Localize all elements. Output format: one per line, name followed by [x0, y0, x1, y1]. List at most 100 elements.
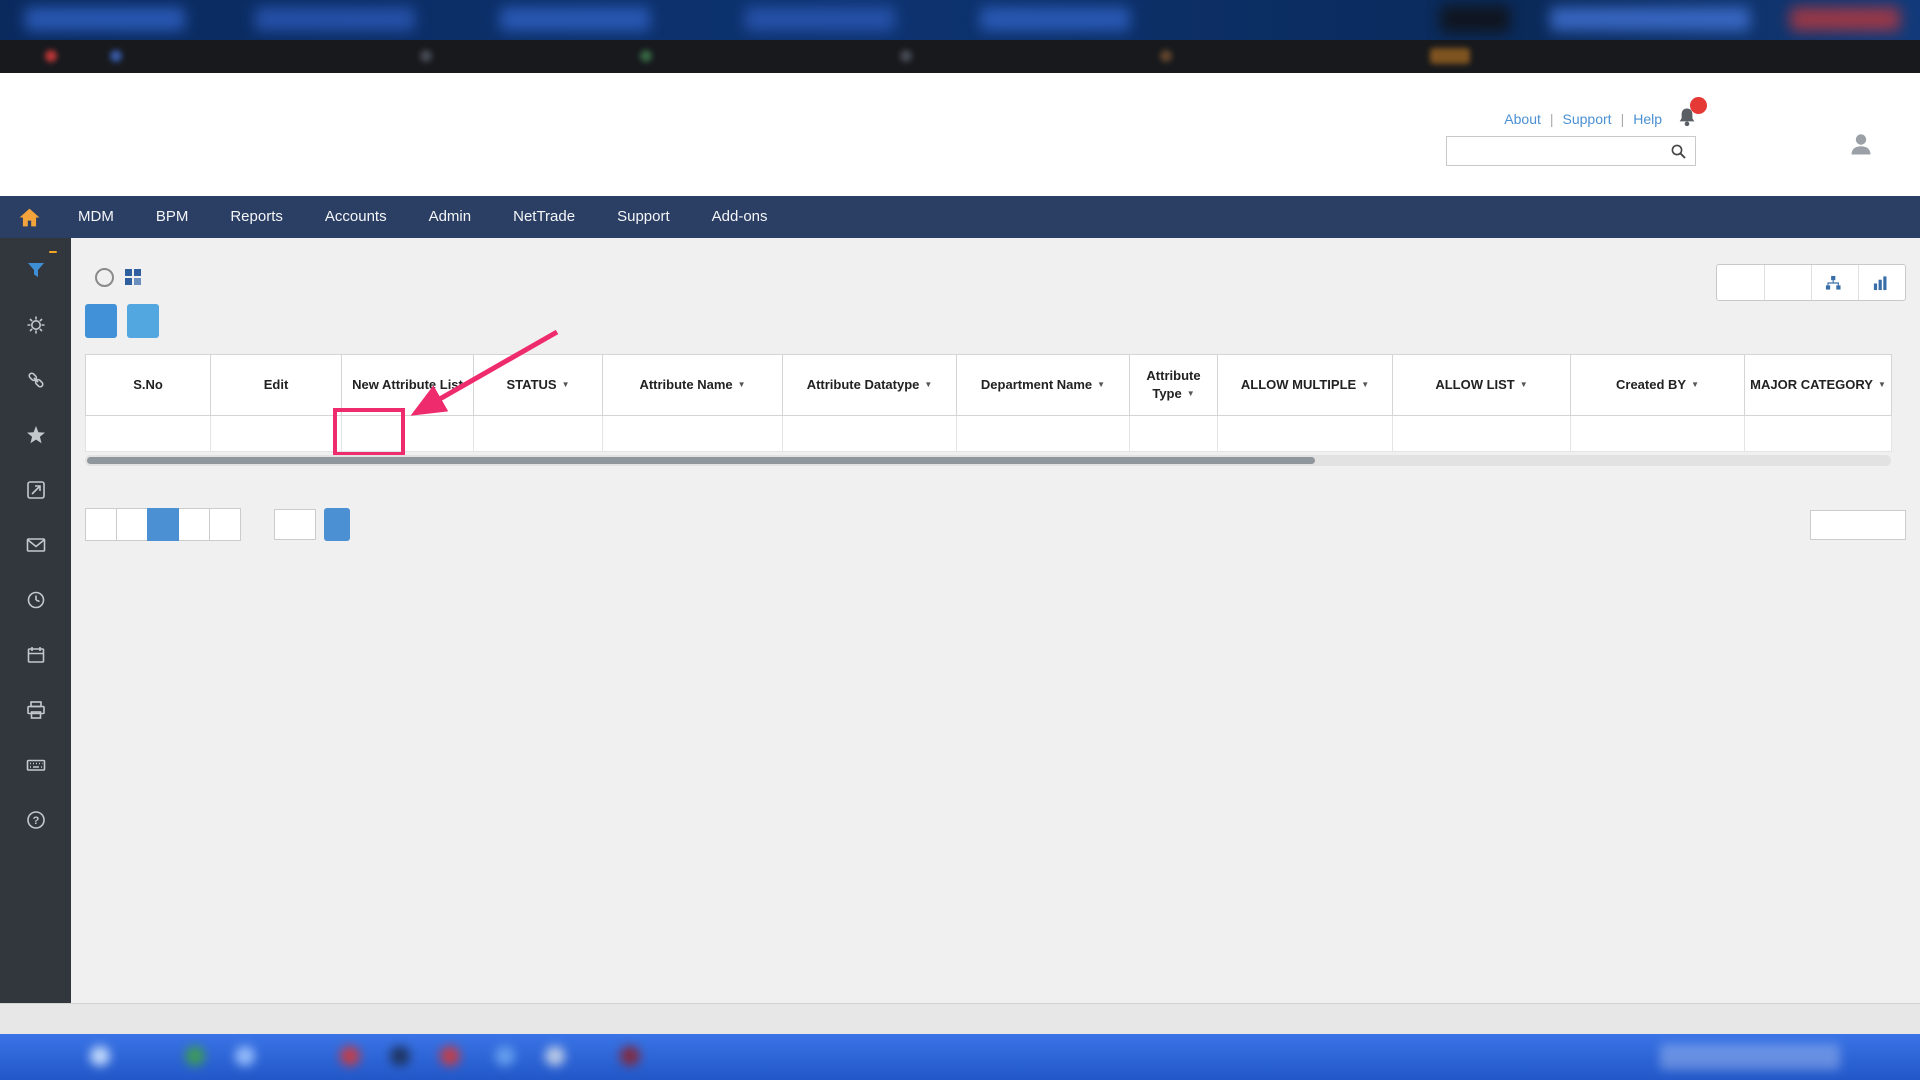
- bookmark-icon: [1160, 50, 1172, 62]
- send-to-outlet-button[interactable]: [127, 304, 159, 338]
- sort-caret-icon[interactable]: ▼: [1361, 380, 1369, 389]
- browser-tab: [25, 7, 185, 31]
- sort-caret-icon[interactable]: ▼: [562, 380, 570, 389]
- grid-view-icon[interactable]: [124, 268, 142, 286]
- sort-caret-icon[interactable]: ▼: [1187, 389, 1195, 398]
- first-page-button[interactable]: [85, 508, 117, 541]
- calendar-icon[interactable]: [24, 643, 48, 667]
- nav-item-add-ons[interactable]: Add-ons: [691, 196, 789, 238]
- column-header-department-name[interactable]: Department Name ▼: [956, 354, 1130, 416]
- browser-bookmarks-bar: [0, 40, 1920, 73]
- filter-icon[interactable]: [24, 251, 57, 282]
- browser-tab: [745, 7, 895, 31]
- star-icon[interactable]: [24, 423, 48, 447]
- avatar-icon: [1851, 134, 1871, 155]
- next-page-button[interactable]: [178, 508, 210, 541]
- title-row: [85, 262, 1906, 292]
- copyright-bar: [0, 1003, 1920, 1034]
- column-header-allow-multiple[interactable]: ALLOW MULTIPLE ▼: [1217, 354, 1393, 416]
- bar-chart-icon: [1873, 275, 1887, 290]
- add-button[interactable]: [85, 304, 117, 338]
- link-icon[interactable]: [24, 368, 48, 392]
- search-icon[interactable]: [1670, 143, 1687, 160]
- browser-tab: [500, 7, 650, 31]
- nav-item-bpm[interactable]: BPM: [135, 196, 210, 238]
- home-button[interactable]: [18, 206, 41, 229]
- view-toolbar: [1716, 264, 1906, 301]
- prev-page-button[interactable]: [116, 508, 148, 541]
- taskbar-icon: [340, 1046, 360, 1066]
- gear-icon[interactable]: [24, 313, 48, 337]
- browser-chrome-top: [0, 0, 1920, 73]
- taskbar-icon: [545, 1046, 565, 1066]
- support-link[interactable]: Support: [1563, 111, 1612, 127]
- svg-text:?: ?: [32, 815, 39, 827]
- search-input[interactable]: [1447, 143, 1670, 159]
- last-page-button[interactable]: [209, 508, 241, 541]
- sort-caret-icon[interactable]: ▼: [924, 380, 932, 389]
- column-header-allow-list[interactable]: ALLOW LIST ▼: [1392, 354, 1571, 416]
- header-search: [1446, 136, 1696, 166]
- actions-row: [85, 304, 1906, 338]
- about-link[interactable]: About: [1504, 111, 1541, 127]
- main-content: S.No Edit New Attribute List STATUS ▼ Attribu…: [71, 238, 1920, 1003]
- nav-item-accounts[interactable]: Accounts: [304, 196, 408, 238]
- nettotal-row: [85, 415, 1892, 452]
- help-link[interactable]: Help: [1633, 111, 1662, 127]
- notification-badge: [1690, 97, 1707, 114]
- per-page-select[interactable]: [1810, 509, 1906, 540]
- sort-caret-icon[interactable]: ▼: [1097, 380, 1105, 389]
- notification-bell[interactable]: [1676, 97, 1707, 128]
- user-account[interactable]: [1846, 129, 1886, 159]
- favorite-button[interactable]: [1764, 265, 1811, 300]
- separator: |: [1549, 111, 1554, 127]
- left-sidebar: ?: [0, 238, 71, 1003]
- go-button[interactable]: [324, 508, 350, 541]
- nav-item-admin[interactable]: Admin: [408, 196, 493, 238]
- body-row: ? S.No Edit New Attribute List STATUS ▼ …: [0, 238, 1920, 1003]
- bookmark-icon: [900, 50, 912, 62]
- horizontal-scrollbar[interactable]: [85, 455, 1891, 466]
- column-header-created-by[interactable]: Created BY ▼: [1570, 354, 1745, 416]
- printer-icon[interactable]: [24, 698, 48, 722]
- pagination-row: [85, 508, 1906, 541]
- bookmark-icon: [640, 50, 652, 62]
- refresh-button[interactable]: [1717, 265, 1764, 300]
- taskbar-icon: [440, 1046, 460, 1066]
- chart-view-button[interactable]: [1858, 265, 1905, 300]
- bookmark-icon: [1430, 48, 1470, 64]
- column-header-s-no: S.No: [85, 354, 211, 416]
- hierarchy-view-button[interactable]: [1811, 265, 1858, 300]
- keyboard-icon[interactable]: [24, 753, 48, 777]
- app-header: About | Support | Help: [0, 73, 1920, 196]
- page-1-button[interactable]: [147, 508, 179, 541]
- page-help-icon[interactable]: [95, 267, 114, 287]
- attribute-table-wrap: S.No Edit New Attribute List STATUS ▼ Attribu…: [85, 354, 1892, 466]
- hierarchy-icon: [1825, 275, 1841, 290]
- nav-item-support[interactable]: Support: [596, 196, 691, 238]
- browser-tab: [1550, 7, 1750, 31]
- page-number-input[interactable]: [274, 509, 316, 540]
- bookmark-icon: [110, 50, 122, 62]
- column-header-attribute-datatype[interactable]: Attribute Datatype ▼: [782, 354, 957, 416]
- clock-icon[interactable]: [24, 588, 48, 612]
- taskbar-tray: [1660, 1044, 1840, 1070]
- sort-caret-icon[interactable]: ▼: [1878, 380, 1886, 389]
- scrollbar-thumb[interactable]: [87, 457, 1316, 464]
- taskbar-icon: [185, 1046, 205, 1066]
- browser-tab: [980, 7, 1130, 31]
- mail-icon[interactable]: [24, 533, 48, 557]
- nav-item-reports[interactable]: Reports: [209, 196, 304, 238]
- help-icon[interactable]: ?: [24, 808, 48, 832]
- column-header-major-category[interactable]: MAJOR CATEGORY ▼: [1744, 354, 1892, 416]
- nav-item-mdm[interactable]: MDM: [57, 196, 135, 238]
- sort-caret-icon[interactable]: ▼: [1691, 380, 1699, 389]
- taskbar-icon: [90, 1046, 110, 1066]
- sort-caret-icon[interactable]: ▼: [1520, 380, 1528, 389]
- column-header-attribute-name[interactable]: Attribute Name ▼: [602, 354, 783, 416]
- column-header-status[interactable]: STATUS ▼: [473, 354, 603, 416]
- sort-caret-icon[interactable]: ▼: [738, 380, 746, 389]
- send-icon[interactable]: [24, 478, 48, 502]
- column-header-attribute-type[interactable]: Attribute Type ▼: [1129, 354, 1218, 416]
- nav-item-nettrade[interactable]: NetTrade: [492, 196, 596, 238]
